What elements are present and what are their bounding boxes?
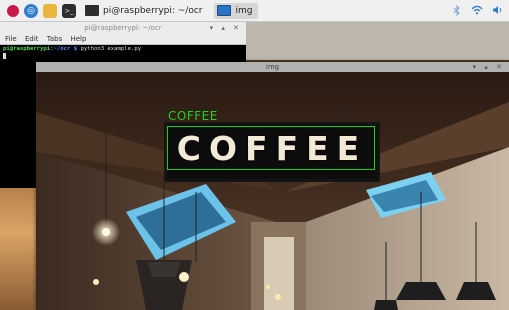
image-window-controls[interactable]: ▾ ▴ ✕	[473, 62, 505, 72]
terminal-window-controls[interactable]: ▾ ▴ ✕	[210, 22, 242, 34]
volume-icon[interactable]	[491, 4, 503, 16]
terminal-launcher-icon[interactable]: >_	[62, 3, 76, 18]
image-window-titlebar[interactable]: img ▾ ▴ ✕	[36, 62, 509, 72]
bluetooth-icon[interactable]	[451, 4, 463, 16]
taskbar-task-img[interactable]: img	[214, 2, 259, 19]
taskbar-task-terminal-label: pi@raspberrypi: ~/ocr	[103, 5, 203, 16]
photo-illustration	[36, 72, 509, 310]
terminal-task-icon	[85, 5, 99, 16]
ocr-result-label: COFFEE	[168, 109, 218, 123]
menu-file[interactable]: File	[5, 35, 17, 43]
command-text: python3 example.py	[80, 46, 142, 52]
image-window[interactable]: img ▾ ▴ ✕ COFFEE COFFEE	[36, 62, 509, 310]
taskbar-task-img-label: img	[235, 5, 253, 16]
web-browser-icon[interactable]: ◎	[24, 3, 38, 18]
terminal-command-line: pi@raspberrypi:~/ocr $ python3 example.p…	[3, 46, 243, 53]
menu-help[interactable]: Help	[70, 35, 86, 43]
terminal-menubar: File Edit Tabs Help	[0, 34, 246, 45]
ocr-bounding-box	[167, 126, 375, 170]
terminal-titlebar[interactable]: pi@raspberrypi: ~/ocr ▾ ▴ ✕	[0, 22, 246, 34]
image-window-task-icon	[217, 5, 232, 16]
file-manager-icon[interactable]	[43, 3, 57, 18]
raspberry-menu-icon[interactable]	[7, 4, 19, 17]
terminal-cursor	[3, 53, 6, 59]
image-window-title: img	[265, 63, 280, 71]
terminal-output[interactable]: pi@raspberrypi:~/ocr $ python3 example.p…	[0, 45, 246, 62]
terminal-title: pi@raspberrypi: ~/ocr	[84, 24, 162, 32]
prompt-path: :~/ocr $	[50, 46, 78, 52]
menu-edit[interactable]: Edit	[25, 35, 39, 43]
wifi-icon[interactable]	[471, 4, 483, 16]
prompt-user: pi@raspberrypi	[3, 46, 51, 52]
background-window	[246, 22, 509, 60]
coffee-shop-photo: COFFEE COFFEE	[36, 72, 509, 310]
menu-tabs[interactable]: Tabs	[47, 35, 63, 43]
system-tray	[451, 4, 503, 16]
taskbar-task-terminal[interactable]: pi@raspberrypi: ~/ocr	[82, 3, 208, 19]
taskbar: ◎ >_ pi@raspberrypi: ~/ocr img	[0, 0, 509, 22]
